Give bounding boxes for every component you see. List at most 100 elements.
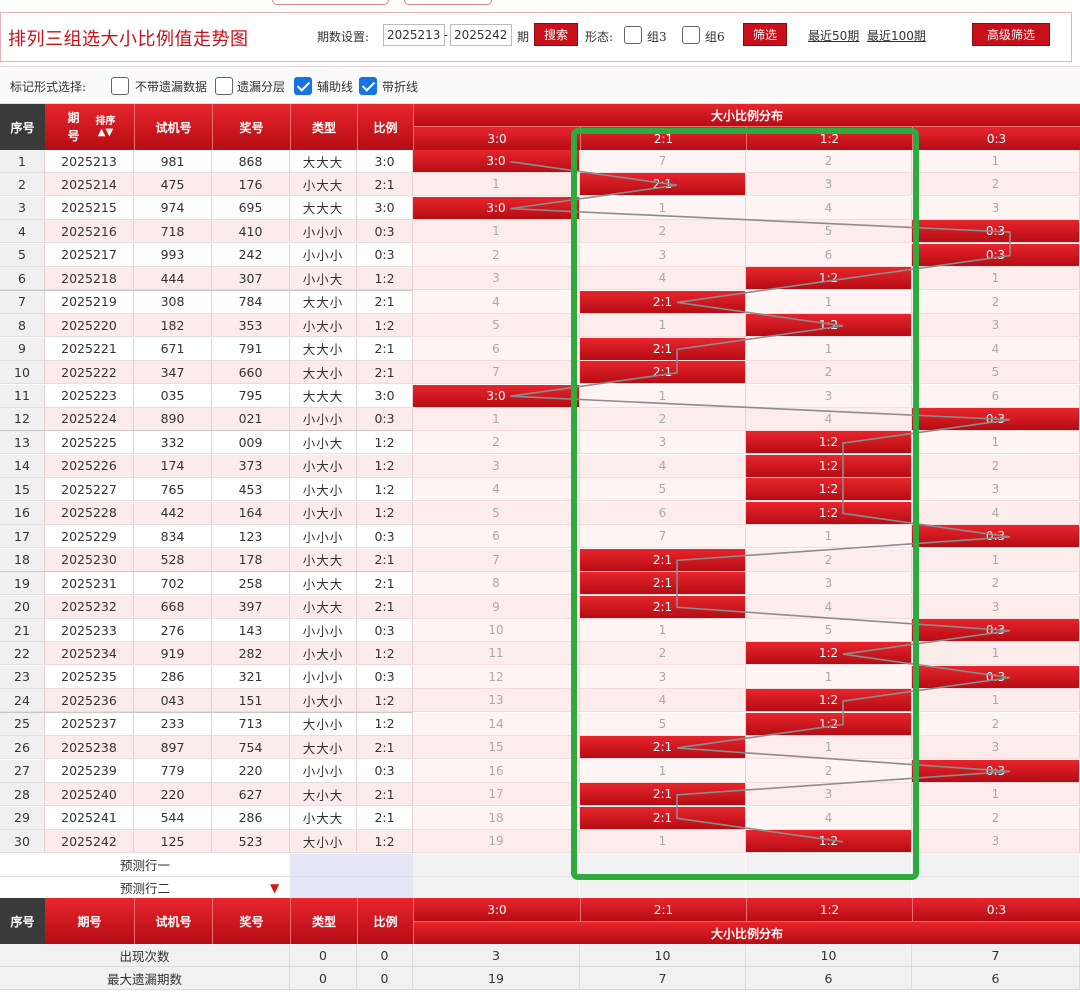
dist-header-col-0: 3:0 <box>413 127 580 150</box>
group6-checkbox[interactable] <box>682 26 700 44</box>
cell-ratio: 3:0 <box>357 150 413 173</box>
top-tab-1[interactable] <box>272 0 389 5</box>
period-start-input[interactable] <box>383 24 445 46</box>
table-row: 29 2025241 544 286 小大大 2:1 18 2:1 4 2 <box>0 806 1080 830</box>
prediction-row[interactable]: 预测行一 <box>0 853 1080 877</box>
stats-value: 6 <box>746 967 912 990</box>
dist-hit-cell: 1:2 <box>746 712 912 736</box>
cell-test: 233 <box>134 712 212 736</box>
advanced-filter-button[interactable]: 高级筛选 <box>972 23 1050 46</box>
cell-ratio: 0:3 <box>357 619 413 642</box>
group3-label: 组3 <box>647 30 667 44</box>
dist-omit-cell: 19 <box>413 830 580 854</box>
mark-option-checkbox-omit-layer[interactable] <box>215 77 233 95</box>
dist-omit-cell: 9 <box>413 595 580 619</box>
group3-checkbox[interactable] <box>624 26 642 44</box>
dist-hit-cell: 3:0 <box>413 196 580 220</box>
cell-period: 2025232 <box>45 595 134 619</box>
cell-type: 大小小 <box>290 712 357 736</box>
prediction-dist-cell[interactable] <box>413 876 580 900</box>
prediction-dist-cell[interactable] <box>580 876 746 900</box>
cell-prize: 321 <box>212 665 290 689</box>
cell-type: 大大小 <box>290 337 357 361</box>
dist-omit-cell: 5 <box>746 619 912 642</box>
dist-omit-cell: 2 <box>912 290 1080 314</box>
dist-hit-cell: 0:3 <box>912 243 1080 267</box>
cell-test: 890 <box>134 407 212 431</box>
header-dist: 大小比例分布 <box>413 104 1080 127</box>
mark-option-checkbox-aux-line[interactable] <box>294 77 312 95</box>
cell-prize: 627 <box>212 783 290 807</box>
prediction-row[interactable]: 预测行二 ▼ <box>0 876 1080 900</box>
dist-hit-cell: 2:1 <box>580 173 746 197</box>
cell-ratio: 3:0 <box>357 384 413 408</box>
dist-omit-cell: 4 <box>746 595 912 619</box>
cell-type: 小大大 <box>290 806 357 830</box>
dist-omit-cell: 1 <box>413 407 580 431</box>
dist-omit-cell: 5 <box>580 712 746 736</box>
dist-omit-cell: 1 <box>413 220 580 244</box>
mark-option-checkbox-polyline[interactable] <box>359 77 377 95</box>
cell-ratio: 1:2 <box>357 314 413 338</box>
mark-option-checkbox-no-omit[interactable] <box>111 77 129 95</box>
cell-ratio: 0:3 <box>357 407 413 431</box>
cell-period: 2025213 <box>45 150 134 173</box>
sort-icon: ▲▼ <box>97 127 114 138</box>
dist-omit-cell: 2 <box>912 173 1080 197</box>
top-tab-2[interactable] <box>404 0 492 5</box>
cell-prize: 523 <box>212 830 290 854</box>
dist-omit-cell: 3 <box>580 431 746 455</box>
prediction-dist-area[interactable] <box>413 876 1080 900</box>
dist-omit-cell: 4 <box>413 290 580 314</box>
dist-omit-cell: 1 <box>912 783 1080 807</box>
cell-ratio: 1:2 <box>357 830 413 854</box>
table-row: 14 2025226 174 373 小大小 1:2 3 4 1:2 2 <box>0 454 1080 478</box>
cell-test: 035 <box>134 384 212 408</box>
prediction-dist-cell[interactable] <box>912 876 1080 900</box>
header-period[interactable]: 期号 排序 ▲▼ <box>45 104 134 150</box>
table-row: 7 2025219 308 784 大大小 2:1 4 2:1 1 2 <box>0 290 1080 314</box>
dist-omit-cell: 4 <box>580 454 746 478</box>
expand-arrow-icon[interactable]: ▼ <box>270 881 279 895</box>
stats-type: 0 <box>290 944 357 967</box>
sort-control[interactable]: 排序 ▲▼ <box>96 116 116 138</box>
cell-prize: 713 <box>212 712 290 736</box>
dist-omit-cell: 2 <box>413 431 580 455</box>
cell-type: 小小小 <box>290 407 357 431</box>
prediction-dist-cell[interactable] <box>746 876 912 900</box>
prediction-dist-cell[interactable] <box>746 853 912 877</box>
prediction-input-area[interactable] <box>290 853 413 877</box>
dist-omit-cell: 1 <box>746 525 912 549</box>
table-row: 18 2025230 528 178 小大大 2:1 7 2:1 2 1 <box>0 548 1080 572</box>
footer-period: 期号 <box>45 898 134 944</box>
dist-omit-cell: 1 <box>580 196 746 220</box>
prediction-dist-cell[interactable] <box>413 853 580 877</box>
cell-prize: 178 <box>212 548 290 572</box>
cell-type: 小大小 <box>290 478 357 502</box>
prediction-dist-cell[interactable] <box>580 853 746 877</box>
cell-idx: 23 <box>0 665 45 689</box>
cell-test: 174 <box>134 454 212 478</box>
prediction-dist-cell[interactable] <box>912 853 1080 877</box>
cell-period: 2025227 <box>45 478 134 502</box>
cell-idx: 27 <box>0 759 45 783</box>
dist-hit-cell: 1:2 <box>746 478 912 502</box>
cell-period: 2025229 <box>45 525 134 549</box>
filter-button[interactable]: 筛选 <box>743 23 787 46</box>
prediction-dist-area[interactable] <box>413 853 1080 877</box>
search-button[interactable]: 搜索 <box>534 23 578 46</box>
stats-value: 6 <box>912 967 1080 990</box>
cell-test: 308 <box>134 290 212 314</box>
cell-prize: 258 <box>212 572 290 596</box>
dist-omit-cell: 10 <box>413 619 580 642</box>
dist-omit-cell: 11 <box>413 642 580 666</box>
dist-omit-cell: 5 <box>912 361 1080 385</box>
period-end-input[interactable] <box>450 24 512 46</box>
dist-hit-cell: 1:2 <box>746 314 912 338</box>
recent-100-link[interactable]: 最近100期 <box>867 27 926 44</box>
prediction-input-area[interactable] <box>290 876 413 900</box>
recent-50-link[interactable]: 最近50期 <box>808 27 859 44</box>
footer-test: 试机号 <box>134 898 212 944</box>
cell-test: 834 <box>134 525 212 549</box>
table-row: 30 2025242 125 523 大小小 1:2 19 1 1:2 3 <box>0 830 1080 854</box>
